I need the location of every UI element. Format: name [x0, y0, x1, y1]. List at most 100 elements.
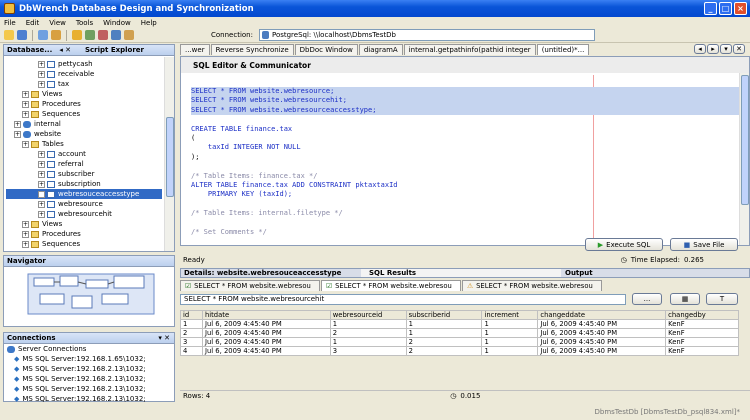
tab-close-icon[interactable]: ✕ [733, 44, 745, 54]
expand-icon[interactable]: + [38, 150, 45, 158]
script-icon[interactable] [111, 30, 121, 40]
navigator-minimap[interactable] [10, 270, 170, 322]
close-button[interactable]: × [734, 2, 747, 15]
settings-icon[interactable] [124, 30, 134, 40]
editor-scrollbar[interactable] [741, 75, 749, 205]
table-row[interactable]: 3 Jul 6, 2009 4:45:40 PM 1 2 1 Jul 6, 2009 4:… [180, 337, 739, 347]
expand-icon[interactable]: + [14, 120, 21, 128]
tree-item[interactable]: + referral [6, 159, 162, 169]
menu-tools[interactable]: Tools [76, 19, 93, 27]
connection-item[interactable]: ◆ MS SQL Server:192.168.2.13\1032; [4, 394, 174, 404]
tree-item[interactable]: + tax [6, 79, 162, 89]
table-cell[interactable]: 1 [405, 328, 483, 338]
connection-item[interactable]: ◆ MS SQL Server:192.168.2.13\1032; [4, 364, 174, 374]
tree-item[interactable]: + Sequences [6, 239, 162, 249]
tab-sql-results[interactable]: SQL Results [361, 269, 561, 277]
expand-icon[interactable]: + [22, 90, 29, 98]
table-cell[interactable]: 1 [180, 319, 203, 329]
open-icon[interactable] [4, 30, 14, 40]
editor-tab[interactable]: ...wer [180, 43, 210, 55]
sync-icon[interactable] [85, 30, 95, 40]
table-cell[interactable]: 1 [481, 346, 539, 356]
tab-database[interactable]: Database... [7, 46, 52, 54]
menu-file[interactable]: File [4, 19, 16, 27]
tree-item[interactable]: + subscriber [6, 169, 162, 179]
more-button[interactable]: ... [632, 293, 662, 305]
table-cell[interactable]: 2 [180, 328, 203, 338]
expand-icon[interactable]: + [22, 140, 29, 148]
table-cell[interactable]: 2 [329, 328, 407, 338]
table-cell[interactable]: Jul 6, 2009 4:45:40 PM [537, 328, 667, 338]
tree-item[interactable]: + Tables [6, 139, 162, 149]
menu-view[interactable]: View [49, 19, 66, 27]
table-cell[interactable]: 1 [405, 319, 483, 329]
tab-script-explorer[interactable]: Script Explorer [85, 46, 144, 54]
expand-icon[interactable]: + [38, 180, 45, 188]
expand-icon[interactable]: + [38, 70, 45, 78]
tab-scroll-left-icon[interactable]: ◂ [694, 44, 706, 54]
connection-select[interactable]: PostgreSql: \\localhost\DbmsTestDb [258, 29, 595, 41]
column-header[interactable]: webresourceid [329, 310, 407, 320]
maximize-button[interactable]: □ [719, 2, 732, 15]
tree-item[interactable]: + Views [6, 89, 162, 99]
column-header[interactable]: increment [481, 310, 539, 320]
panel-menu-icon[interactable]: ◂ ✕ [59, 46, 71, 54]
execute-sql-button[interactable]: ▶ Execute SQL [585, 238, 663, 251]
paste-icon[interactable] [51, 30, 61, 40]
expand-icon[interactable]: + [38, 200, 45, 208]
minimize-button[interactable]: _ [704, 2, 717, 15]
editor-tab[interactable]: internal.getpathinfo(pathid integer [403, 43, 536, 55]
panel-menu-icon[interactable]: ▾ ✕ [158, 334, 170, 342]
save-icon[interactable] [17, 30, 27, 40]
column-header[interactable]: changeddate [537, 310, 667, 320]
table-cell[interactable]: Jul 6, 2009 4:45:40 PM [537, 319, 667, 329]
expand-icon[interactable]: + [38, 170, 45, 178]
expand-icon[interactable]: + [22, 110, 29, 118]
table-cell[interactable]: Jul 6, 2009 4:45:40 PM [201, 346, 331, 356]
expand-icon[interactable]: + [22, 220, 29, 228]
table-row[interactable]: 4 Jul 6, 2009 4:45:40 PM 3 2 1 Jul 6, 2009 4:… [180, 346, 739, 356]
query-display[interactable]: SELECT * FROM website.webresourcehit [180, 294, 626, 305]
text-view-button[interactable]: T [706, 293, 738, 305]
tree-item[interactable]: + internal [6, 119, 162, 129]
editor-tab[interactable]: Reverse Synchronize [210, 43, 294, 55]
tree-item[interactable]: + Views [6, 219, 162, 229]
grid-view-button[interactable]: ▦ [670, 293, 700, 305]
table-cell[interactable]: Jul 6, 2009 4:45:40 PM [201, 319, 331, 329]
table-row[interactable]: 2 Jul 6, 2009 4:45:40 PM 2 1 1 Jul 6, 2009 4:… [180, 328, 739, 338]
tree-item[interactable]: + receivable [6, 69, 162, 79]
connection-item[interactable]: ◆ MS SQL Server:192.168.2.13\1032; [4, 384, 174, 394]
tab-output[interactable]: Output [561, 269, 593, 277]
tree-item[interactable]: + Procedures [6, 99, 162, 109]
table-cell[interactable]: 3 [180, 337, 203, 347]
table-cell[interactable]: 1 [481, 319, 539, 329]
expand-icon[interactable]: + [22, 240, 29, 248]
connection-item[interactable]: ◆ MS SQL Server:192.168.2.13\1032; [4, 374, 174, 384]
tree-item[interactable]: + webresouceaccesstype [6, 189, 162, 199]
table-cell[interactable]: KenF [665, 328, 739, 338]
table-icon[interactable] [72, 30, 82, 40]
menu-help[interactable]: Help [141, 19, 157, 27]
tab-scroll-right-icon[interactable]: ▸ [707, 44, 719, 54]
table-cell[interactable]: 2 [405, 346, 483, 356]
column-header[interactable]: subscriberid [405, 310, 483, 320]
result-subtab[interactable]: ⚠ SELECT * FROM website.webresou [462, 280, 602, 291]
diagram-icon[interactable] [98, 30, 108, 40]
table-cell[interactable]: 1 [481, 328, 539, 338]
expand-icon[interactable]: + [38, 210, 45, 218]
column-header[interactable]: hitdate [201, 310, 331, 320]
tab-list-icon[interactable]: ▾ [720, 44, 732, 54]
server-connections-label[interactable]: Server Connections [18, 345, 86, 353]
tree-item[interactable]: + subscription [6, 179, 162, 189]
tree-item[interactable]: + webresourcehit [6, 209, 162, 219]
tree-item[interactable]: + website [6, 129, 162, 139]
expand-icon[interactable]: + [22, 230, 29, 238]
table-cell[interactable]: 1 [481, 337, 539, 347]
editor-tab[interactable]: diagramA [358, 43, 403, 55]
table-cell[interactable]: Jul 6, 2009 4:45:40 PM [201, 337, 331, 347]
editor-tab[interactable]: DbDoc Window [294, 43, 358, 55]
menu-edit[interactable]: Edit [26, 19, 40, 27]
tree-item[interactable]: + pettycash [6, 59, 162, 69]
results-grid[interactable]: id hitdate webresourceid subscriberid increm… [180, 310, 739, 356]
table-cell[interactable]: 1 [329, 337, 407, 347]
